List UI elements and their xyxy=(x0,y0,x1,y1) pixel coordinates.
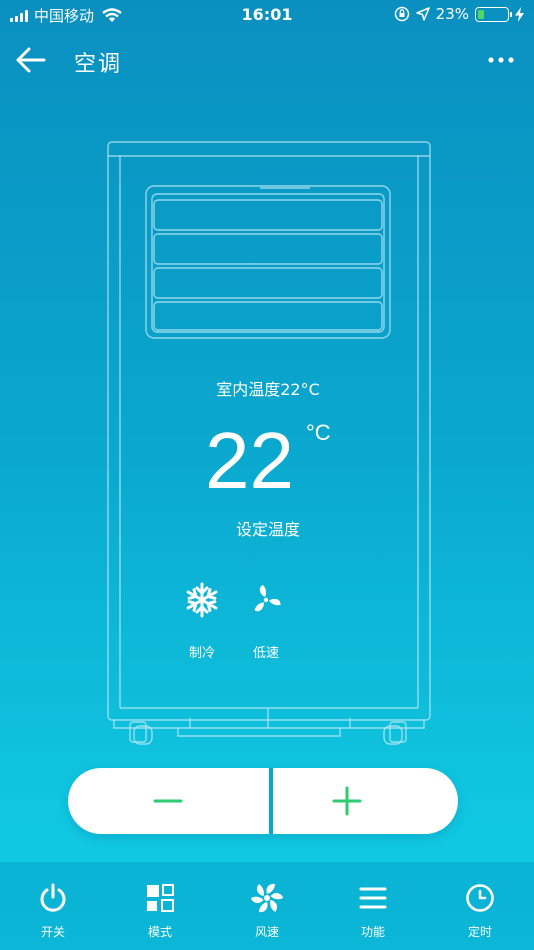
set-temperature-value: 22 xyxy=(205,416,294,505)
mode-grid-icon xyxy=(147,884,174,912)
tab-fan-speed[interactable]: 风速 xyxy=(227,882,307,946)
tab-timer[interactable]: 定时 xyxy=(440,882,520,946)
status-right: 23% xyxy=(394,5,524,23)
tab-power-label: 开关 xyxy=(40,925,65,939)
snowflake-icon xyxy=(186,582,218,618)
battery-percent: 23% xyxy=(435,5,469,23)
indoor-temperature: 室内温度22°C xyxy=(216,380,320,399)
status-bar: 中国移动 16:01 23% xyxy=(0,0,534,30)
minus-icon xyxy=(153,799,183,803)
arrow-left-icon[interactable] xyxy=(14,44,48,76)
charging-icon xyxy=(515,6,524,22)
page-title: 空调 xyxy=(74,52,123,77)
tab-mode-label: 模式 xyxy=(147,925,172,939)
mode-status: 制冷 xyxy=(172,580,232,661)
bottom-tab-bar: 开关 模式 风速 功能 定时 xyxy=(0,862,534,950)
more-dots-icon[interactable] xyxy=(486,48,516,72)
fan-icon xyxy=(254,585,281,612)
tab-timer-label: 定时 xyxy=(467,925,492,939)
menu-icon xyxy=(359,887,387,909)
fan-speed-icon xyxy=(250,883,284,913)
nav-bar: 空调 xyxy=(0,38,534,82)
orientation-lock-icon xyxy=(394,6,409,22)
temperature-unit: °C xyxy=(306,420,331,445)
increase-temperature-button[interactable] xyxy=(263,768,458,834)
tab-fan-speed-label: 风速 xyxy=(254,925,279,939)
battery-level xyxy=(478,9,484,19)
fan-status: 低速 xyxy=(236,580,296,661)
battery-icon xyxy=(475,6,512,22)
tab-power[interactable]: 开关 xyxy=(13,882,93,946)
temperature-stepper xyxy=(68,768,458,834)
tab-function-label: 功能 xyxy=(360,925,385,939)
location-icon xyxy=(415,7,430,21)
plus-icon xyxy=(332,786,362,816)
power-icon xyxy=(40,883,66,912)
set-temperature-label: 设定温度 xyxy=(235,520,300,539)
decrease-temperature-button[interactable] xyxy=(68,768,263,834)
tab-mode[interactable]: 模式 xyxy=(120,882,200,946)
mode-label: 制冷 xyxy=(188,646,215,661)
tab-function[interactable]: 功能 xyxy=(333,882,413,946)
fan-label: 低速 xyxy=(252,646,279,661)
clock-icon xyxy=(466,884,494,912)
